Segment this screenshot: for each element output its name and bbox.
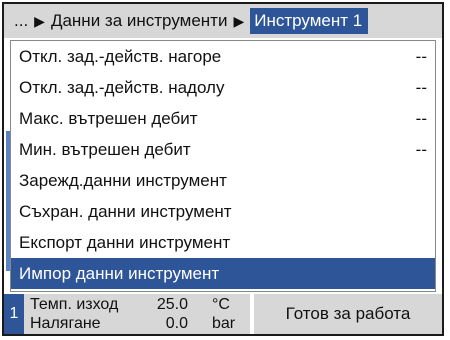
menu-item-export-tool-data[interactable]: Експорт данни инструмент	[11, 227, 435, 258]
status-ready: Готов за работа	[254, 294, 442, 334]
menu-item-label: Експорт данни инструмент	[19, 232, 231, 252]
process-values: Темп. изход 25.0 °C Налягане 0.0 bar	[24, 294, 250, 334]
menu-item-label: Откл. зад.-действ. надолу	[19, 77, 225, 97]
menu-item-label: Съхран. данни инструмент	[19, 201, 232, 221]
menu-item-label: Откл. зад.-действ. нагоре	[19, 46, 222, 66]
outlet-temp-label: Темп. изход	[30, 296, 119, 313]
outlet-temp-value: 25.0	[156, 296, 188, 313]
menu-item-value: --	[415, 46, 427, 66]
menu-item-label: Зарежд.данни инструмент	[19, 170, 227, 190]
menu-item-label: Импор данни инструмент	[19, 263, 220, 283]
menu-item-load-tool-data[interactable]: Зарежд.данни инструмент	[11, 165, 435, 196]
pressure-value: 0.0	[165, 315, 188, 332]
tool-data-menu: Откл. зад.-действ. нагоре -- Откл. зад.-…	[6, 40, 436, 292]
menu-item-offset-down[interactable]: Откл. зад.-действ. надолу --	[11, 72, 435, 103]
breadcrumb: ... ▶ Данни за инструменти ▶ Инструмент …	[4, 4, 442, 38]
menu-item-value: --	[415, 77, 427, 97]
menu-item-max-flow[interactable]: Макс. вътрешен дебит --	[11, 103, 435, 134]
menu-item-value: --	[415, 108, 427, 128]
menu-item-offset-up[interactable]: Откл. зад.-действ. нагоре --	[11, 41, 435, 72]
scrollbar[interactable]	[6, 131, 10, 271]
device-screen: ... ▶ Данни за инструменти ▶ Инструмент …	[2, 2, 444, 336]
menu-item-label: Макс. вътрешен дебит	[19, 108, 198, 128]
breadcrumb-current-tool: Инструмент 1	[250, 8, 369, 34]
breadcrumb-ellipsis[interactable]: ...	[14, 11, 28, 31]
menu-item-save-tool-data[interactable]: Съхран. данни инструмент	[11, 196, 435, 227]
menu-item-value: --	[415, 139, 427, 159]
menu-item-min-flow[interactable]: Мин. вътрешен дебит --	[11, 134, 435, 165]
pressure-label: Налягане	[30, 315, 101, 332]
pressure-unit: bar	[212, 315, 236, 332]
breadcrumb-separator-icon: ▶	[233, 12, 245, 29]
outlet-temp-unit: °C	[212, 296, 230, 313]
menu-item-label: Мин. вътрешен дебит	[19, 139, 191, 159]
breadcrumb-tool-data[interactable]: Данни за инструменти	[51, 11, 228, 31]
station-number: 1	[4, 294, 24, 334]
menu-item-import-tool-data[interactable]: Импор данни инструмент	[11, 258, 435, 289]
breadcrumb-separator-icon: ▶	[34, 12, 45, 29]
status-bar: 1 Темп. изход 25.0 °C Налягане 0.0 bar Г…	[4, 294, 442, 334]
